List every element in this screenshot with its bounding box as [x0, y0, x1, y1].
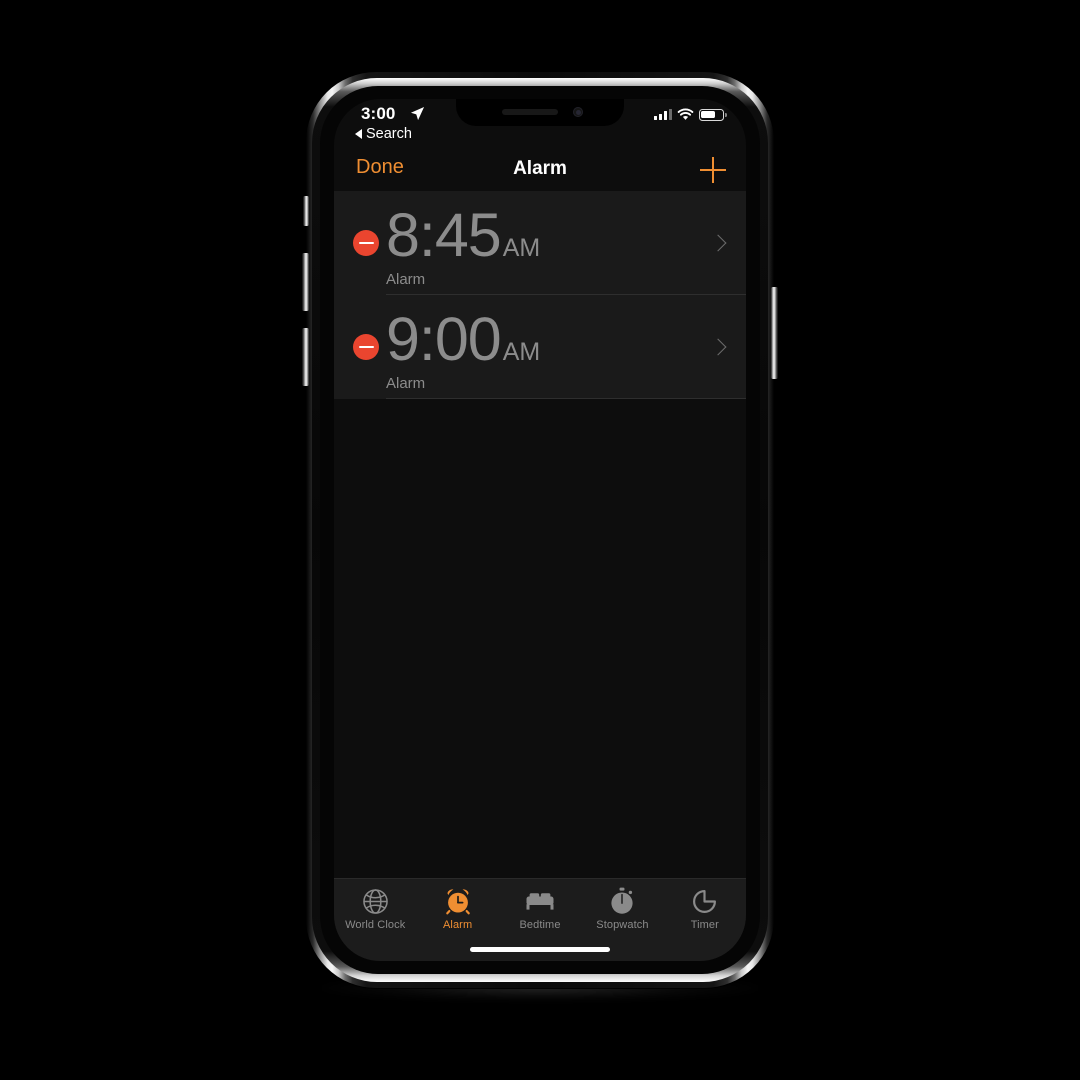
bed-icon — [525, 886, 555, 916]
alarm-time-meridiem: AM — [502, 234, 541, 262]
alarm-time: 8:45 AM — [386, 205, 540, 266]
tab-label: World Clock — [345, 919, 406, 931]
tab-label: Stopwatch — [596, 919, 649, 931]
add-alarm-button[interactable] — [700, 157, 726, 183]
alarm-time-digits: 9:00 — [386, 305, 502, 373]
tab-label: Alarm — [442, 919, 473, 931]
front-camera-icon — [573, 107, 583, 117]
chevron-right-icon[interactable] — [709, 234, 727, 252]
alarm-label: Alarm — [386, 271, 426, 288]
location-arrow-icon — [410, 106, 425, 121]
cellular-signal-icon — [654, 109, 672, 120]
power-button[interactable] — [771, 287, 778, 379]
battery-level — [701, 110, 715, 119]
stopwatch-icon — [607, 886, 637, 916]
alarm-list: 8:45 AM Alarm 9:00 AM Alarm — [334, 191, 746, 399]
volume-up-button[interactable] — [302, 253, 309, 311]
minus-circle-icon[interactable] — [353, 334, 379, 360]
alarm-row[interactable]: 8:45 AM Alarm — [334, 191, 746, 295]
alarm-row[interactable]: 9:00 AM Alarm — [334, 295, 746, 399]
chevron-right-icon[interactable] — [709, 338, 727, 356]
tab-timer[interactable]: Timer — [664, 886, 746, 931]
back-triangle-icon — [355, 129, 362, 139]
home-indicator[interactable] — [470, 947, 610, 952]
empty-list-area — [334, 399, 746, 961]
minus-circle-icon[interactable] — [353, 230, 379, 256]
back-to-search-button[interactable]: Search — [355, 126, 412, 142]
page-title: Alarm — [513, 158, 567, 179]
alarm-row-content: 9:00 AM Alarm — [386, 309, 540, 393]
timer-icon — [690, 886, 720, 916]
screenshot-canvas: 3:00 Search Done Alarm 8:45 AM Alarm 9:0… — [0, 0, 1080, 1080]
status-time: 3:00 — [361, 104, 396, 123]
nav-bar: Done Alarm — [334, 147, 746, 191]
device-notch — [456, 99, 624, 126]
earpiece-speaker — [502, 109, 558, 115]
tab-alarm[interactable]: Alarm — [416, 886, 498, 931]
wifi-icon — [677, 108, 694, 120]
tab-label: Bedtime — [519, 919, 561, 931]
globe-icon — [360, 886, 390, 916]
silence-switch[interactable] — [303, 196, 309, 226]
alarm-clock-icon — [443, 886, 473, 916]
tab-bedtime[interactable]: Bedtime — [499, 886, 581, 931]
alarm-time-meridiem: AM — [502, 338, 541, 366]
tab-world-clock[interactable]: World Clock — [334, 886, 416, 931]
alarm-time: 9:00 AM — [386, 309, 540, 370]
volume-down-button[interactable] — [302, 328, 309, 386]
phone-screen: 3:00 Search Done Alarm 8:45 AM Alarm 9:0… — [334, 99, 746, 961]
battery-icon — [699, 108, 727, 121]
back-to-search-label: Search — [366, 126, 412, 142]
alarm-label: Alarm — [386, 375, 426, 392]
alarm-time-digits: 8:45 — [386, 201, 502, 269]
tab-stopwatch[interactable]: Stopwatch — [581, 886, 663, 931]
alarm-row-content: 8:45 AM Alarm — [386, 205, 540, 289]
row-separator — [386, 398, 746, 399]
tab-label: Timer — [690, 919, 719, 931]
status-indicators — [654, 108, 727, 121]
